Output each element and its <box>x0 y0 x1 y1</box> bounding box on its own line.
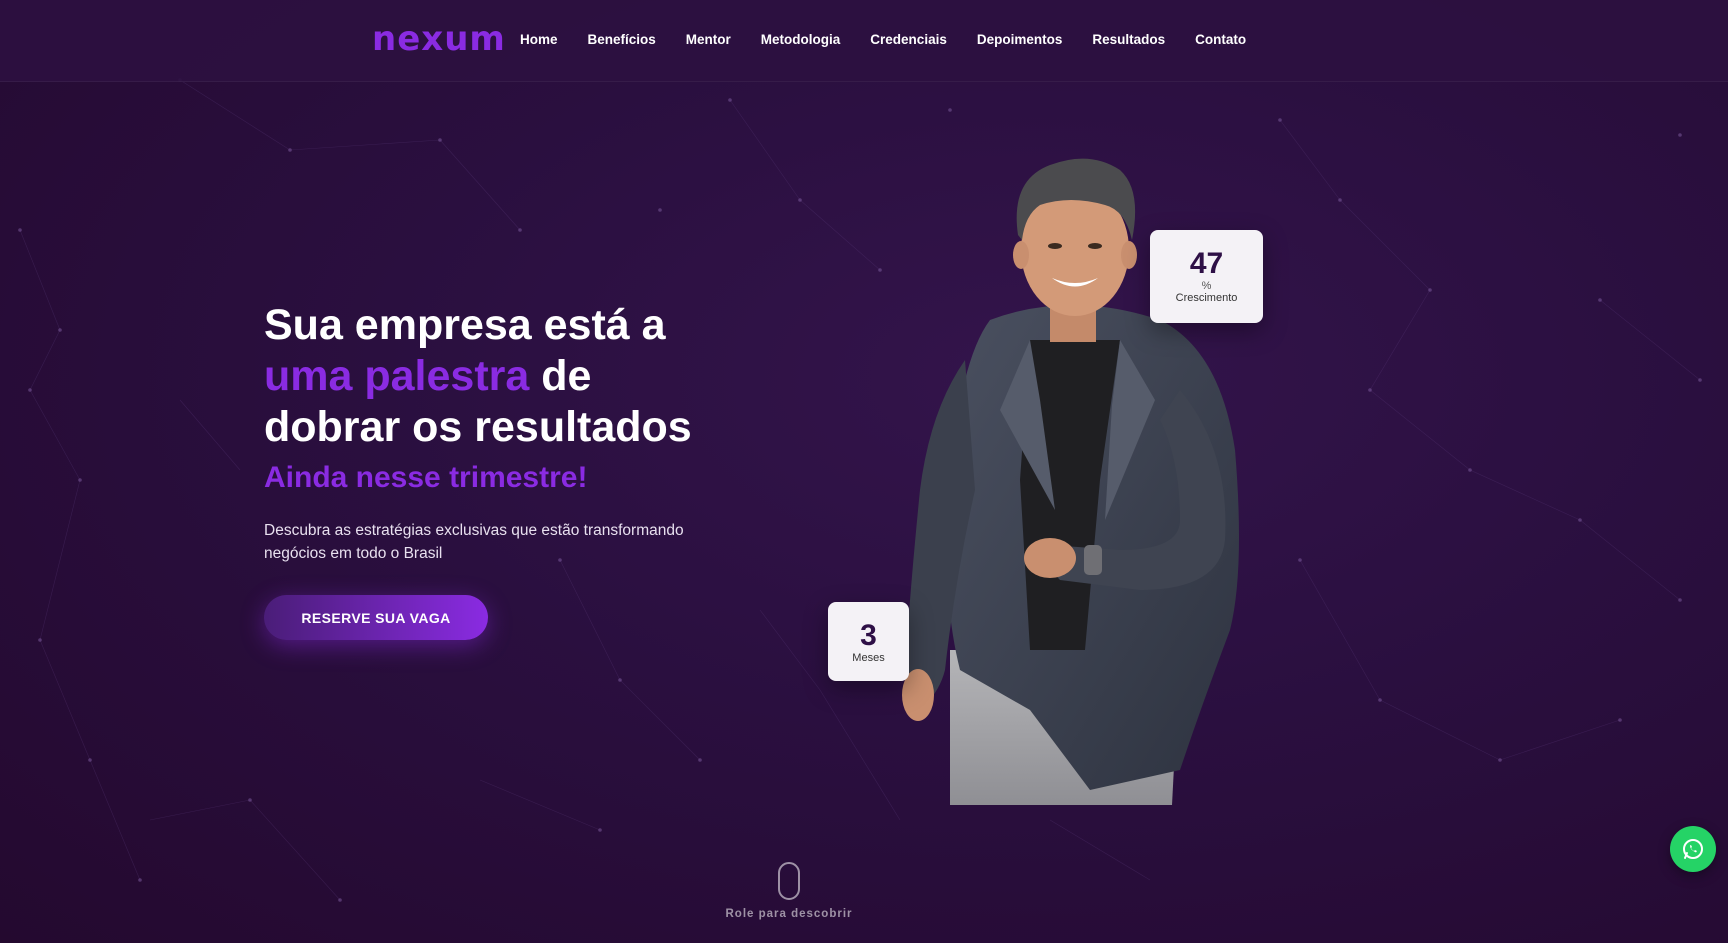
nav-link-credenciais[interactable]: Credenciais <box>870 31 947 49</box>
site-header: nexum Home Benefícios Mentor Metodologia… <box>0 0 1728 82</box>
nav-link-depoimentos[interactable]: Depoimentos <box>977 31 1063 49</box>
whatsapp-icon <box>1683 839 1703 859</box>
stat-growth-value: 47 <box>1189 247 1224 280</box>
nav-link-metodologia[interactable]: Metodologia <box>761 31 841 49</box>
logo[interactable]: nexum <box>372 22 506 56</box>
nav-link-contato[interactable]: Contato <box>1195 31 1246 49</box>
stat-card-months: 3 Meses <box>828 602 909 681</box>
stat-growth-label: Crescimento <box>1175 292 1238 304</box>
nav-link-resultados[interactable]: Resultados <box>1092 31 1165 49</box>
reserve-spot-button[interactable]: RESERVE SUA VAGA <box>264 595 488 640</box>
stat-card-growth: 47 % Crescimento <box>1150 230 1263 323</box>
hero-title-after-accent: de <box>529 352 592 400</box>
whatsapp-button[interactable] <box>1670 826 1716 872</box>
hero-title: Sua empresa está a uma palestra de dobra… <box>264 300 784 453</box>
hero-title-accent: uma palestra <box>264 352 530 400</box>
stat-months-label: Meses <box>852 652 885 664</box>
nav-link-home[interactable]: Home <box>520 31 558 49</box>
nav-link-mentor[interactable]: Mentor <box>686 31 731 49</box>
scroll-mouse-icon <box>778 862 800 900</box>
nav-link-beneficios[interactable]: Benefícios <box>588 31 656 49</box>
stat-months-value: 3 <box>860 619 877 652</box>
main-nav: Home Benefícios Mentor Metodologia Crede… <box>520 31 1276 49</box>
scroll-hint-label: Role para descobrir <box>725 908 853 920</box>
hero-title-line1: Sua empresa está a <box>264 301 666 349</box>
hero-description: Descubra as estratégias exclusivas que e… <box>264 522 684 562</box>
stat-growth-unit: % <box>1201 280 1212 292</box>
hero-title-line3: dobrar os resultados <box>264 403 692 451</box>
hero-subtitle: Ainda nesse trimestre! <box>264 461 588 494</box>
network-background-pattern <box>18 78 1702 902</box>
